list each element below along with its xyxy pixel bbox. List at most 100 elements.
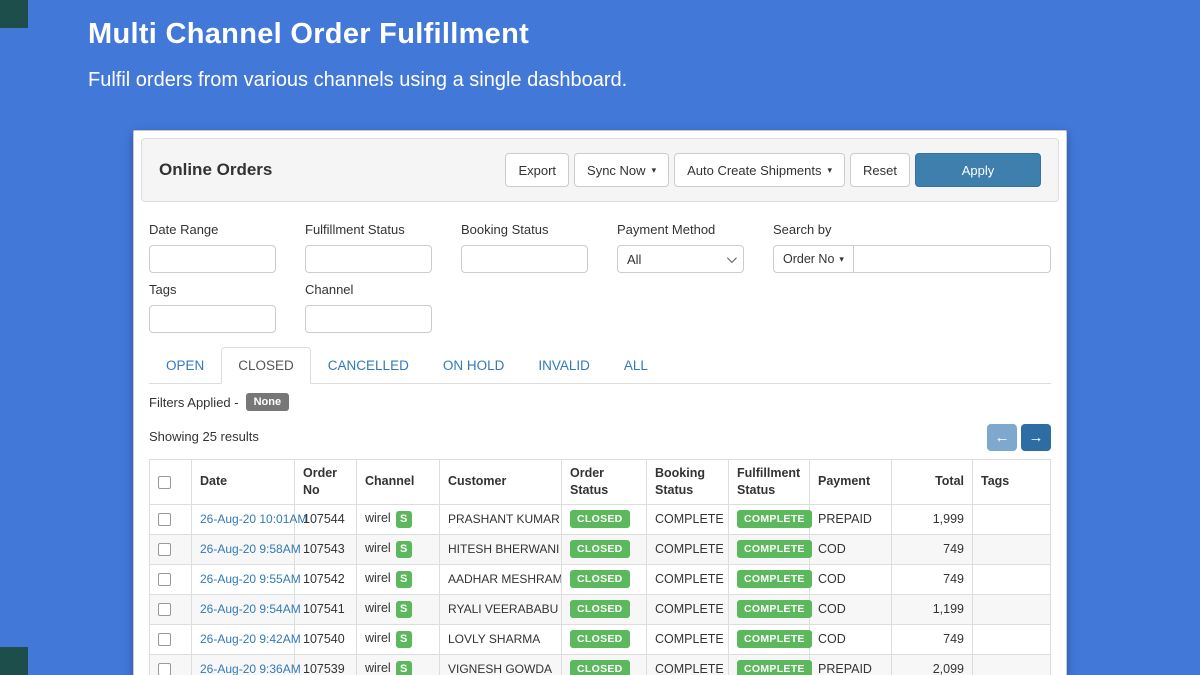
tags-input[interactable] xyxy=(149,305,276,333)
tab-cancelled[interactable]: CANCELLED xyxy=(311,347,426,384)
channel-s-badge: S xyxy=(396,631,412,648)
auto-create-shipments-button[interactable]: Auto Create Shipments ▾ xyxy=(674,153,845,187)
sync-now-button[interactable]: Sync Now ▾ xyxy=(574,153,669,187)
order-date-link[interactable]: 26-Aug-20 10:01AM xyxy=(200,512,307,526)
order-no-cell: 107544 xyxy=(295,504,357,534)
corner-mark-top-left xyxy=(0,0,28,28)
order-no-cell: 107541 xyxy=(295,594,357,624)
booking-status-cell: COMPLETE xyxy=(647,594,729,624)
order-status-column-header: Order Status xyxy=(562,460,647,505)
booking-status-cell: COMPLETE xyxy=(647,654,729,675)
orders-table-body: 26-Aug-20 10:01AM 107544 wirelS PRASHANT… xyxy=(150,504,1051,675)
payment-cell: COD xyxy=(810,534,892,564)
order-status-badge: CLOSED xyxy=(570,570,630,588)
order-status-badge: CLOSED xyxy=(570,510,630,528)
order-status-badge: CLOSED xyxy=(570,540,630,558)
order-date-link[interactable]: 26-Aug-20 9:36AM xyxy=(200,662,301,675)
customer-cell: AADHAR MESHRAM xyxy=(440,564,562,594)
channel-column-header: Channel xyxy=(357,460,440,505)
order-date-link[interactable]: 26-Aug-20 9:55AM xyxy=(200,572,301,586)
payment-cell: COD xyxy=(810,564,892,594)
payment-cell: COD xyxy=(810,594,892,624)
payment-method-filter: Payment Method All xyxy=(617,222,744,273)
channel-cell: wirelS xyxy=(357,564,440,594)
fulfillment-status-badge: COMPLETE xyxy=(737,510,812,528)
tab-all[interactable]: ALL xyxy=(607,347,665,384)
search-by-filter: Search by Order No ▾ xyxy=(773,222,1051,273)
channel-cell: wirelS xyxy=(357,654,440,675)
order-no-column-header: Order No xyxy=(295,460,357,505)
date-column-header: Date xyxy=(192,460,295,505)
total-cell: 1,999 xyxy=(892,504,973,534)
channel-label: Channel xyxy=(305,282,432,297)
next-page-button[interactable]: → xyxy=(1021,424,1051,451)
table-row: 26-Aug-20 10:01AM 107544 wirelS PRASHANT… xyxy=(150,504,1051,534)
channel-cell: wirelS xyxy=(357,594,440,624)
row-checkbox[interactable] xyxy=(158,543,171,556)
order-date-link[interactable]: 26-Aug-20 9:42AM xyxy=(200,632,301,646)
apply-button[interactable]: Apply xyxy=(915,153,1041,187)
search-input[interactable] xyxy=(853,245,1051,273)
fulfillment-status-cell: COMPLETE xyxy=(729,594,810,624)
booking-status-cell: COMPLETE xyxy=(647,624,729,654)
payment-cell: PREPAID xyxy=(810,654,892,675)
order-date-cell: 26-Aug-20 9:36AM xyxy=(192,654,295,675)
filters-applied-row: Filters Applied - None xyxy=(149,393,1051,411)
tab-invalid[interactable]: INVALID xyxy=(521,347,607,384)
booking-status-cell: COMPLETE xyxy=(647,504,729,534)
channel-name: wirel xyxy=(365,541,391,555)
order-no-cell: 107540 xyxy=(295,624,357,654)
channel-input[interactable] xyxy=(305,305,432,333)
caret-down-icon: ▾ xyxy=(652,166,657,175)
payment-cell: COD xyxy=(810,624,892,654)
order-date-link[interactable]: 26-Aug-20 9:58AM xyxy=(200,542,301,556)
fulfillment-status-input[interactable] xyxy=(305,245,432,273)
tab-open[interactable]: OPEN xyxy=(149,347,221,384)
order-date-cell: 26-Aug-20 9:54AM xyxy=(192,594,295,624)
channel-cell: wirelS xyxy=(357,534,440,564)
booking-status-column-header: Booking Status xyxy=(647,460,729,505)
tags-cell xyxy=(973,624,1051,654)
export-button[interactable]: Export xyxy=(505,153,569,187)
tab-on-hold[interactable]: ON HOLD xyxy=(426,347,522,384)
date-range-input[interactable] xyxy=(149,245,276,273)
order-status-cell: CLOSED xyxy=(562,504,647,534)
row-checkbox[interactable] xyxy=(158,633,171,646)
tab-closed[interactable]: CLOSED xyxy=(221,347,311,384)
booking-status-input[interactable] xyxy=(461,245,588,273)
select-all-checkbox[interactable] xyxy=(158,476,171,489)
channel-name: wirel xyxy=(365,571,391,585)
arrow-right-icon: → xyxy=(1029,429,1044,446)
channel-filter: Channel xyxy=(305,282,432,333)
customer-cell: LOVLY SHARMA xyxy=(440,624,562,654)
row-checkbox-cell xyxy=(150,564,192,594)
fulfillment-status-cell: COMPLETE xyxy=(729,564,810,594)
search-by-group: Order No ▾ xyxy=(773,245,1051,273)
channel-s-badge: S xyxy=(396,511,412,528)
order-no-cell: 107539 xyxy=(295,654,357,675)
order-status-badge: CLOSED xyxy=(570,630,630,648)
search-by-dropdown-button[interactable]: Order No ▾ xyxy=(773,245,854,273)
tags-cell xyxy=(973,564,1051,594)
row-checkbox[interactable] xyxy=(158,513,171,526)
fulfillment-status-badge: COMPLETE xyxy=(737,630,812,648)
row-checkbox[interactable] xyxy=(158,603,171,616)
row-checkbox-cell xyxy=(150,534,192,564)
payment-method-select[interactable]: All xyxy=(617,245,744,273)
tags-filter: Tags xyxy=(149,282,276,333)
fulfillment-status-filter: Fulfillment Status xyxy=(305,222,432,273)
date-range-filter: Date Range xyxy=(149,222,276,273)
payment-method-value: All xyxy=(627,252,641,267)
fulfillment-status-cell: COMPLETE xyxy=(729,654,810,675)
caret-down-icon: ▾ xyxy=(828,166,833,175)
previous-page-button[interactable]: ← xyxy=(987,424,1017,451)
row-checkbox[interactable] xyxy=(158,573,171,586)
order-no-cell: 107542 xyxy=(295,564,357,594)
filters-row-1: Date Range Fulfillment Status Booking St… xyxy=(149,222,1051,273)
reset-button[interactable]: Reset xyxy=(850,153,910,187)
page-subtitle: Fulfil orders from various channels usin… xyxy=(88,69,627,92)
order-date-link[interactable]: 26-Aug-20 9:54AM xyxy=(200,602,301,616)
booking-status-label: Booking Status xyxy=(461,222,588,237)
search-by-label: Search by xyxy=(773,222,1051,237)
row-checkbox[interactable] xyxy=(158,663,171,675)
